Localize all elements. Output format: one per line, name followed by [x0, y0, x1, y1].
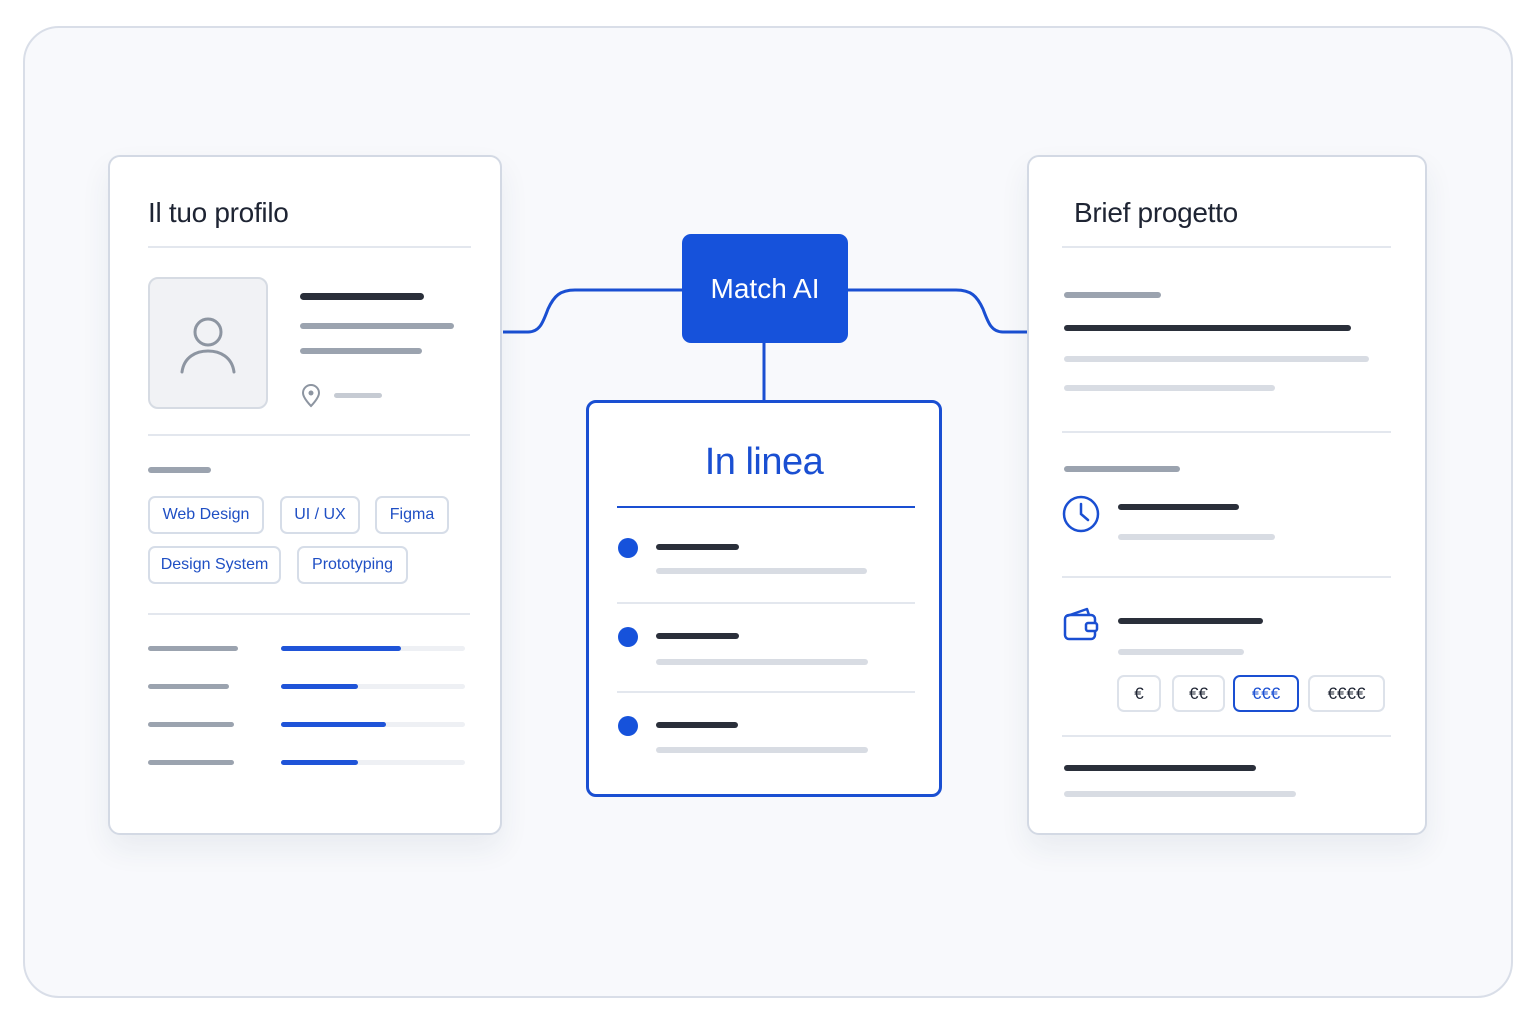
brief-heading-placeholder: [1064, 325, 1351, 331]
skill-level-label-placeholder: [148, 722, 234, 727]
result-title-placeholder: [656, 722, 738, 728]
result-title-placeholder: [656, 544, 739, 550]
budget-option-2[interactable]: €€: [1172, 675, 1225, 712]
skill-tag-web-design[interactable]: Web Design: [148, 496, 264, 534]
map-pin-icon: [301, 384, 321, 408]
skills-heading-placeholder: [148, 467, 211, 473]
brief-footer-detail-placeholder: [1064, 791, 1296, 797]
skill-level-fill: [281, 684, 358, 689]
brief-section-divider: [1062, 735, 1391, 737]
budget-option-1[interactable]: €: [1117, 675, 1161, 712]
profile-card-title: Il tuo profilo: [148, 197, 289, 228]
user-icon: [180, 317, 236, 374]
skill-tag-design-system[interactable]: Design System: [148, 546, 281, 584]
budget-heading-placeholder: [1118, 618, 1263, 624]
results-title-divider: [617, 506, 915, 508]
clock-icon: [1062, 495, 1100, 533]
skill-level-fill: [281, 722, 386, 727]
skill-level-fill: [281, 760, 358, 765]
profile-location-placeholder: [334, 393, 382, 398]
skill-tag-figma[interactable]: Figma: [375, 496, 449, 534]
brief-text-placeholder: [1064, 356, 1369, 362]
brief-section-divider: [1062, 431, 1391, 433]
budget-option-4[interactable]: €€€€: [1308, 675, 1385, 712]
result-status-dot: [618, 627, 638, 647]
timeline-heading-placeholder: [1064, 466, 1180, 472]
result-title-placeholder: [656, 633, 739, 639]
brief-card-title: Brief progetto: [1074, 197, 1238, 228]
result-subtitle-placeholder: [656, 659, 868, 665]
skill-level-label-placeholder: [148, 760, 234, 765]
brief-label-placeholder: [1064, 292, 1161, 298]
profile-name-placeholder: [300, 293, 424, 300]
profile-role-placeholder: [300, 323, 454, 329]
project-brief-card: Brief progetto € €€ €€€ €€€€: [1027, 155, 1427, 835]
result-subtitle-placeholder: [656, 747, 868, 753]
match-results-title: In linea: [704, 441, 824, 483]
brief-title-divider: [1062, 246, 1391, 248]
result-divider: [617, 691, 915, 693]
match-results-card: In linea: [586, 400, 942, 797]
brief-text-placeholder: [1064, 385, 1275, 391]
match-ai-button[interactable]: Match AI: [682, 234, 848, 343]
profile-card: Il tuo profilo Web Design UI / UX Figma …: [108, 155, 502, 835]
result-subtitle-placeholder: [656, 568, 867, 574]
skill-tag-prototyping[interactable]: Prototyping: [297, 546, 408, 584]
result-divider: [617, 602, 915, 604]
brief-footer-placeholder: [1064, 765, 1256, 771]
profile-detail-placeholder: [300, 348, 422, 354]
avatar[interactable]: [148, 277, 268, 409]
budget-detail-placeholder: [1118, 649, 1244, 655]
wallet-icon: [1063, 607, 1099, 641]
profile-title-divider: [148, 246, 471, 248]
skill-level-fill: [281, 646, 401, 651]
skill-level-label-placeholder: [148, 684, 229, 689]
deadline-value-placeholder: [1118, 504, 1239, 510]
deadline-detail-placeholder: [1118, 534, 1275, 540]
brief-section-divider: [1062, 576, 1391, 578]
result-status-dot: [618, 716, 638, 736]
skill-level-label-placeholder: [148, 646, 238, 651]
budget-option-3[interactable]: €€€: [1233, 675, 1299, 712]
result-status-dot: [618, 538, 638, 558]
profile-skills-divider: [148, 613, 470, 615]
profile-section-divider: [148, 434, 470, 436]
skill-tag-ui-ux[interactable]: UI / UX: [280, 496, 360, 534]
